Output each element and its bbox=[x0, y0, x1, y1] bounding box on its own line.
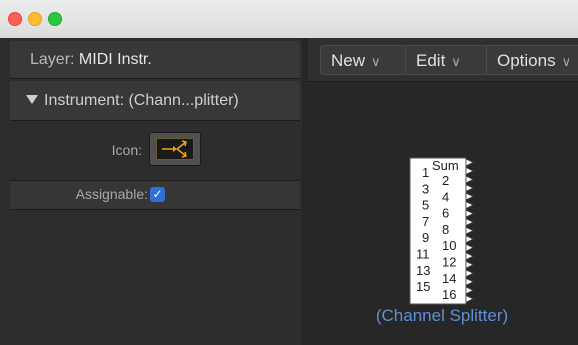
channel-number-label: 14 bbox=[442, 271, 456, 286]
output-port-icon[interactable] bbox=[465, 166, 474, 175]
channel-number-label: 13 bbox=[416, 263, 430, 278]
channel-number-label: 3 bbox=[422, 181, 429, 196]
assignable-row: Assignable: ✓ bbox=[10, 180, 300, 210]
channel-number-label: 9 bbox=[422, 230, 429, 245]
output-port-icon[interactable] bbox=[465, 235, 474, 244]
instrument-header[interactable]: Instrument: (Chann...plitter) bbox=[10, 81, 300, 121]
zoom-window-button[interactable] bbox=[48, 12, 62, 26]
minimize-window-button[interactable] bbox=[28, 12, 42, 26]
output-port-icon[interactable] bbox=[465, 183, 474, 193]
channel-splitter-icon bbox=[156, 138, 194, 160]
output-port-icon[interactable] bbox=[465, 252, 474, 261]
environment-area: New ∨ Edit ∨ Options ∨ Sum 1 3 5 7 9 11 13 15 2468… bbox=[308, 38, 578, 345]
layer-row[interactable]: Layer: MIDI Instr. bbox=[10, 41, 300, 79]
channel-number-label: 7 bbox=[422, 214, 429, 229]
output-port-icon[interactable] bbox=[465, 226, 474, 235]
channel-number-label: 4 bbox=[442, 189, 449, 204]
icon-picker-button[interactable] bbox=[149, 132, 201, 166]
close-window-button[interactable] bbox=[8, 12, 22, 26]
disclosure-triangle-icon[interactable] bbox=[26, 95, 38, 104]
output-port-icon[interactable] bbox=[465, 260, 474, 269]
channel-number-label: 8 bbox=[442, 222, 449, 237]
output-port-icon[interactable] bbox=[465, 192, 474, 201]
output-port-icon[interactable] bbox=[465, 201, 474, 210]
channel-number-label: 16 bbox=[442, 287, 456, 302]
output-port-icon[interactable] bbox=[465, 209, 474, 218]
assignable-checkbox[interactable]: ✓ bbox=[150, 187, 165, 202]
object-name-label[interactable]: (Channel Splitter) bbox=[308, 306, 576, 326]
output-port-icon[interactable] bbox=[465, 294, 474, 303]
layer-value: MIDI Instr. bbox=[78, 51, 152, 68]
icon-label: Icon: bbox=[111, 142, 142, 158]
output-port-icon[interactable] bbox=[465, 218, 474, 227]
output-port-icon[interactable] bbox=[465, 277, 474, 286]
sum-label: Sum bbox=[432, 158, 459, 173]
layer-label: Layer: bbox=[30, 51, 75, 68]
channel-number-label: 10 bbox=[442, 238, 456, 253]
output-port-icon[interactable] bbox=[465, 286, 474, 295]
title-bar bbox=[0, 0, 578, 39]
output-port-icon[interactable] bbox=[465, 175, 474, 184]
channel-number-label: 15 bbox=[416, 279, 430, 294]
channel-number-label: 2 bbox=[442, 173, 449, 188]
channel-number-label: 11 bbox=[416, 247, 430, 262]
instrument-header-label: Instrument: (Chann...plitter) bbox=[44, 92, 239, 109]
channel-number-label: 5 bbox=[422, 198, 429, 213]
channel-number-label: 6 bbox=[442, 206, 449, 221]
inspector-panel: Layer: MIDI Instr. Instrument: (Chann...… bbox=[0, 38, 303, 345]
output-port-icon[interactable] bbox=[465, 158, 474, 167]
output-port-icon[interactable] bbox=[465, 243, 474, 252]
checkmark-icon: ✓ bbox=[152, 187, 163, 201]
assignable-label: Assignable: bbox=[75, 186, 148, 202]
output-port-icon[interactable] bbox=[465, 269, 474, 278]
channel-number-label: 1 bbox=[422, 165, 429, 180]
icon-row: Icon: bbox=[10, 122, 300, 178]
channel-splitter-object[interactable]: Sum 13579111315 246810121416 bbox=[308, 38, 578, 345]
channel-number-label: 12 bbox=[442, 255, 456, 270]
